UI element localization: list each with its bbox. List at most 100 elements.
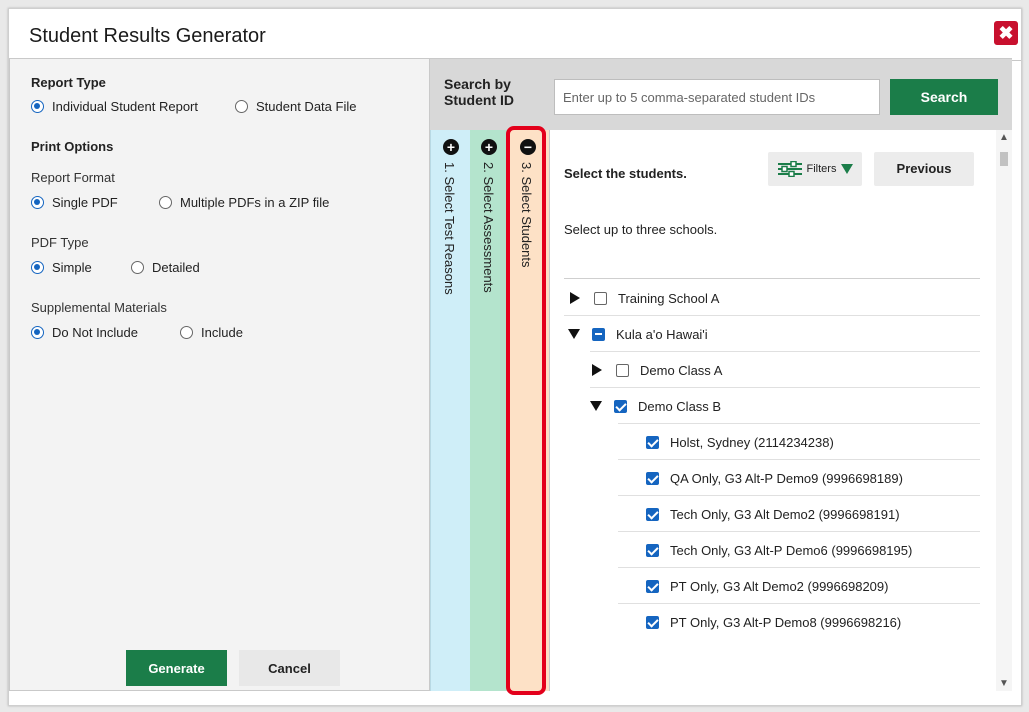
print-options-heading: Print Options xyxy=(31,139,114,154)
row-divider xyxy=(618,567,980,568)
tree-item-label: PT Only, G3 Alt-P Demo8 (9996698216) xyxy=(670,614,902,630)
tree-item-demo-class-a[interactable]: Demo Class A xyxy=(592,360,722,380)
checkbox-checked-icon[interactable] xyxy=(646,579,659,593)
previous-button[interactable]: Previous xyxy=(874,152,974,186)
report-format-label: Report Format xyxy=(31,170,115,185)
checkbox-icon[interactable] xyxy=(594,291,607,305)
checkbox-icon[interactable] xyxy=(616,363,629,377)
tree-item-label: Training School A xyxy=(618,290,720,306)
dialog-titlebar: Student Results Generator ✖ xyxy=(9,9,1021,61)
tree-item-student[interactable]: Tech Only, G3 Alt-P Demo6 (9996698195) xyxy=(646,540,912,560)
radio-selected-icon xyxy=(31,196,44,209)
sliders-icon xyxy=(777,161,802,177)
divider xyxy=(564,278,980,279)
supplemental-materials-label: Supplemental Materials xyxy=(31,300,167,315)
tree-item-student[interactable]: Holst, Sydney (2114234238) xyxy=(646,432,834,452)
tree-item-kula-school[interactable]: Kula a'o Hawai'i xyxy=(568,324,708,344)
pdf-type-label: PDF Type xyxy=(31,235,89,250)
plus-circle-icon: + xyxy=(481,139,497,155)
tree-item-student[interactable]: PT Only, G3 Alt-P Demo8 (9996698216) xyxy=(646,612,901,632)
tree-item-student[interactable]: PT Only, G3 Alt Demo2 (9996698209) xyxy=(646,576,888,596)
active-tab-highlight xyxy=(506,126,546,695)
student-id-search-input[interactable] xyxy=(554,79,880,115)
radio-simple[interactable]: Simple xyxy=(31,260,92,275)
radio-unselected-icon xyxy=(235,100,248,113)
row-divider xyxy=(618,459,980,460)
tab-label: 1. Select Test Reasons xyxy=(442,162,457,295)
collapse-arrow-icon[interactable] xyxy=(568,329,580,339)
vertical-scrollbar[interactable]: ▲ ▼ xyxy=(996,130,1012,691)
expand-arrow-icon[interactable] xyxy=(570,292,580,304)
tree-item-label: Demo Class B xyxy=(638,398,722,414)
tree-item-student[interactable]: Tech Only, G3 Alt Demo2 (9996698191) xyxy=(646,504,900,524)
scroll-down-icon[interactable]: ▼ xyxy=(998,678,1010,689)
row-divider xyxy=(618,423,980,424)
search-by-id-bar: Search by Student ID Search xyxy=(430,58,1012,130)
filters-label: Filters xyxy=(806,163,837,175)
checkbox-checked-icon[interactable] xyxy=(646,471,659,485)
radio-unselected-icon xyxy=(159,196,172,209)
report-type-heading: Report Type xyxy=(31,75,106,90)
radio-label: Individual Student Report xyxy=(52,99,198,114)
radio-label: Simple xyxy=(52,260,92,275)
tree-item-label: Demo Class A xyxy=(640,362,723,378)
expand-arrow-icon[interactable] xyxy=(592,364,602,376)
radio-single-pdf[interactable]: Single PDF xyxy=(31,195,118,210)
row-divider xyxy=(618,531,980,532)
close-icon[interactable]: ✖ xyxy=(994,21,1018,45)
checkbox-checked-icon[interactable] xyxy=(646,435,659,449)
tree-item-label: QA Only, G3 Alt-P Demo9 (9996698189) xyxy=(670,470,903,486)
radio-label: Multiple PDFs in a ZIP file xyxy=(180,195,330,210)
radio-unselected-icon xyxy=(131,261,144,274)
tab-select-test-reasons[interactable]: + 1. Select Test Reasons xyxy=(430,130,470,691)
row-divider xyxy=(590,351,980,352)
radio-label: Detailed xyxy=(152,260,200,275)
row-divider xyxy=(590,387,980,388)
radio-unselected-icon xyxy=(180,326,193,339)
tree-item-label: Tech Only, G3 Alt-P Demo6 (9996698195) xyxy=(670,542,913,558)
tree-item-student[interactable]: QA Only, G3 Alt-P Demo9 (9996698189) xyxy=(646,468,903,488)
tree-item-label: Holst, Sydney (2114234238) xyxy=(670,434,834,450)
radio-selected-icon xyxy=(31,261,44,274)
search-button[interactable]: Search xyxy=(890,79,998,115)
scroll-thumb[interactable] xyxy=(1000,152,1008,166)
tree-item-training-school-a[interactable]: Training School A xyxy=(570,288,719,308)
tree-item-label: PT Only, G3 Alt Demo2 (9996698209) xyxy=(670,578,889,594)
radio-student-data-file[interactable]: Student Data File xyxy=(235,99,356,114)
generate-button[interactable]: Generate xyxy=(126,650,227,686)
tree-item-label: Tech Only, G3 Alt Demo2 (9996698191) xyxy=(670,506,900,522)
dialog-title: Student Results Generator xyxy=(29,25,266,47)
search-label-line2: Student ID xyxy=(444,92,514,108)
report-options-panel: Report Type Individual Student Report St… xyxy=(9,58,430,691)
tree-item-demo-class-b[interactable]: Demo Class B xyxy=(590,396,721,416)
checkbox-checked-icon[interactable] xyxy=(646,543,659,557)
radio-label: Do Not Include xyxy=(52,325,138,340)
radio-include[interactable]: Include xyxy=(180,325,243,340)
plus-circle-icon: + xyxy=(443,139,459,155)
checkbox-checked-icon[interactable] xyxy=(646,507,659,521)
select-schools-note: Select up to three schools. xyxy=(564,222,718,237)
caret-down-icon xyxy=(841,164,854,174)
checkbox-checked-icon[interactable] xyxy=(646,615,659,629)
tab-label: 2. Select Assessments xyxy=(481,162,496,293)
select-students-panel: Select the students. Filters Previous Se… xyxy=(549,130,1012,691)
radio-individual-student-report[interactable]: Individual Student Report xyxy=(31,99,198,114)
radio-do-not-include[interactable]: Do Not Include xyxy=(31,325,138,340)
search-by-label: Search by Student ID xyxy=(444,76,514,108)
row-divider xyxy=(618,603,980,604)
tab-select-assessments[interactable]: + 2. Select Assessments xyxy=(470,130,508,691)
checkbox-partial-icon[interactable] xyxy=(592,327,605,341)
row-divider xyxy=(564,315,980,316)
scroll-up-icon[interactable]: ▲ xyxy=(998,132,1010,143)
radio-label: Single PDF xyxy=(52,195,118,210)
radio-detailed[interactable]: Detailed xyxy=(131,260,200,275)
radio-multiple-pdfs[interactable]: Multiple PDFs in a ZIP file xyxy=(159,195,329,210)
collapse-arrow-icon[interactable] xyxy=(590,401,602,411)
radio-selected-icon xyxy=(31,326,44,339)
row-divider xyxy=(618,495,980,496)
checkbox-checked-icon[interactable] xyxy=(614,399,627,413)
radio-label: Include xyxy=(201,325,243,340)
search-label-line1: Search by xyxy=(444,76,511,92)
filters-button[interactable]: Filters xyxy=(768,152,862,186)
cancel-button[interactable]: Cancel xyxy=(239,650,340,686)
